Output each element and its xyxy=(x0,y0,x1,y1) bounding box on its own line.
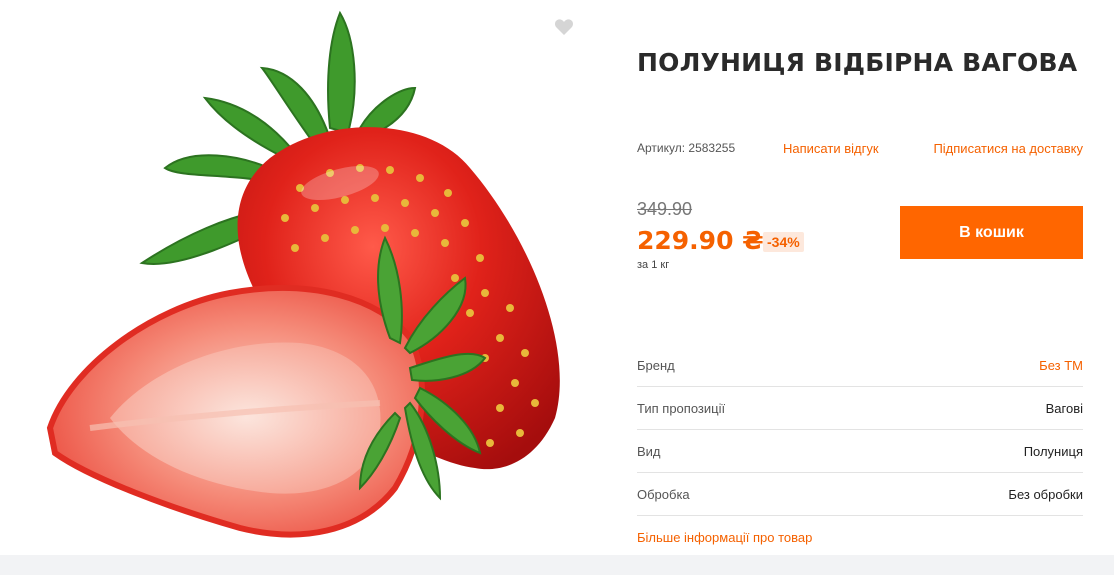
write-review-link[interactable]: Написати відгук xyxy=(783,141,879,156)
spec-row-processing: Обробка Без обробки xyxy=(637,473,1083,516)
spec-value: Полуниця xyxy=(1023,444,1083,459)
product-title: ПОЛУНИЦЯ ВІДБІРНА ВАГОВА xyxy=(637,48,1078,77)
spec-name: Тип пропозиції xyxy=(637,401,726,416)
bottom-strip xyxy=(0,555,1114,575)
spec-value: Без обробки xyxy=(1008,487,1083,502)
current-price: 229.90 ₴ xyxy=(637,226,764,255)
spec-value: Вагові xyxy=(1045,401,1083,416)
heart-icon[interactable] xyxy=(554,18,574,36)
old-price: 349.90 xyxy=(637,199,693,219)
product-info: ПОЛУНИЦЯ ВІДБІРНА ВАГОВА Артикул: 258325… xyxy=(637,0,1083,555)
spec-name: Вид xyxy=(637,444,661,459)
spec-row-kind: Вид Полуниця xyxy=(637,430,1083,473)
subscribe-delivery-link[interactable]: Підписатися на доставку xyxy=(933,141,1083,156)
specs-table: Бренд Без ТМ Тип пропозиції Вагові Вид П… xyxy=(637,344,1083,516)
product-meta: Артикул: 2583255 Написати відгук Підписа… xyxy=(637,141,1083,157)
discount-badge: -34% xyxy=(763,232,804,252)
spec-row-offer-type: Тип пропозиції Вагові xyxy=(637,387,1083,430)
add-to-cart-button[interactable]: В кошик xyxy=(900,206,1083,259)
product-gallery xyxy=(0,0,600,555)
article-number: Артикул: 2583255 xyxy=(637,141,736,155)
spec-name: Обробка xyxy=(637,487,690,502)
spec-row-brand: Бренд Без ТМ xyxy=(637,344,1083,387)
product-image xyxy=(46,10,560,538)
price-unit: за 1 кг xyxy=(637,259,670,271)
spec-value-brand-link[interactable]: Без ТМ xyxy=(1039,358,1083,373)
spec-name: Бренд xyxy=(637,358,675,373)
more-info-link[interactable]: Більше інформації про товар xyxy=(637,530,812,545)
